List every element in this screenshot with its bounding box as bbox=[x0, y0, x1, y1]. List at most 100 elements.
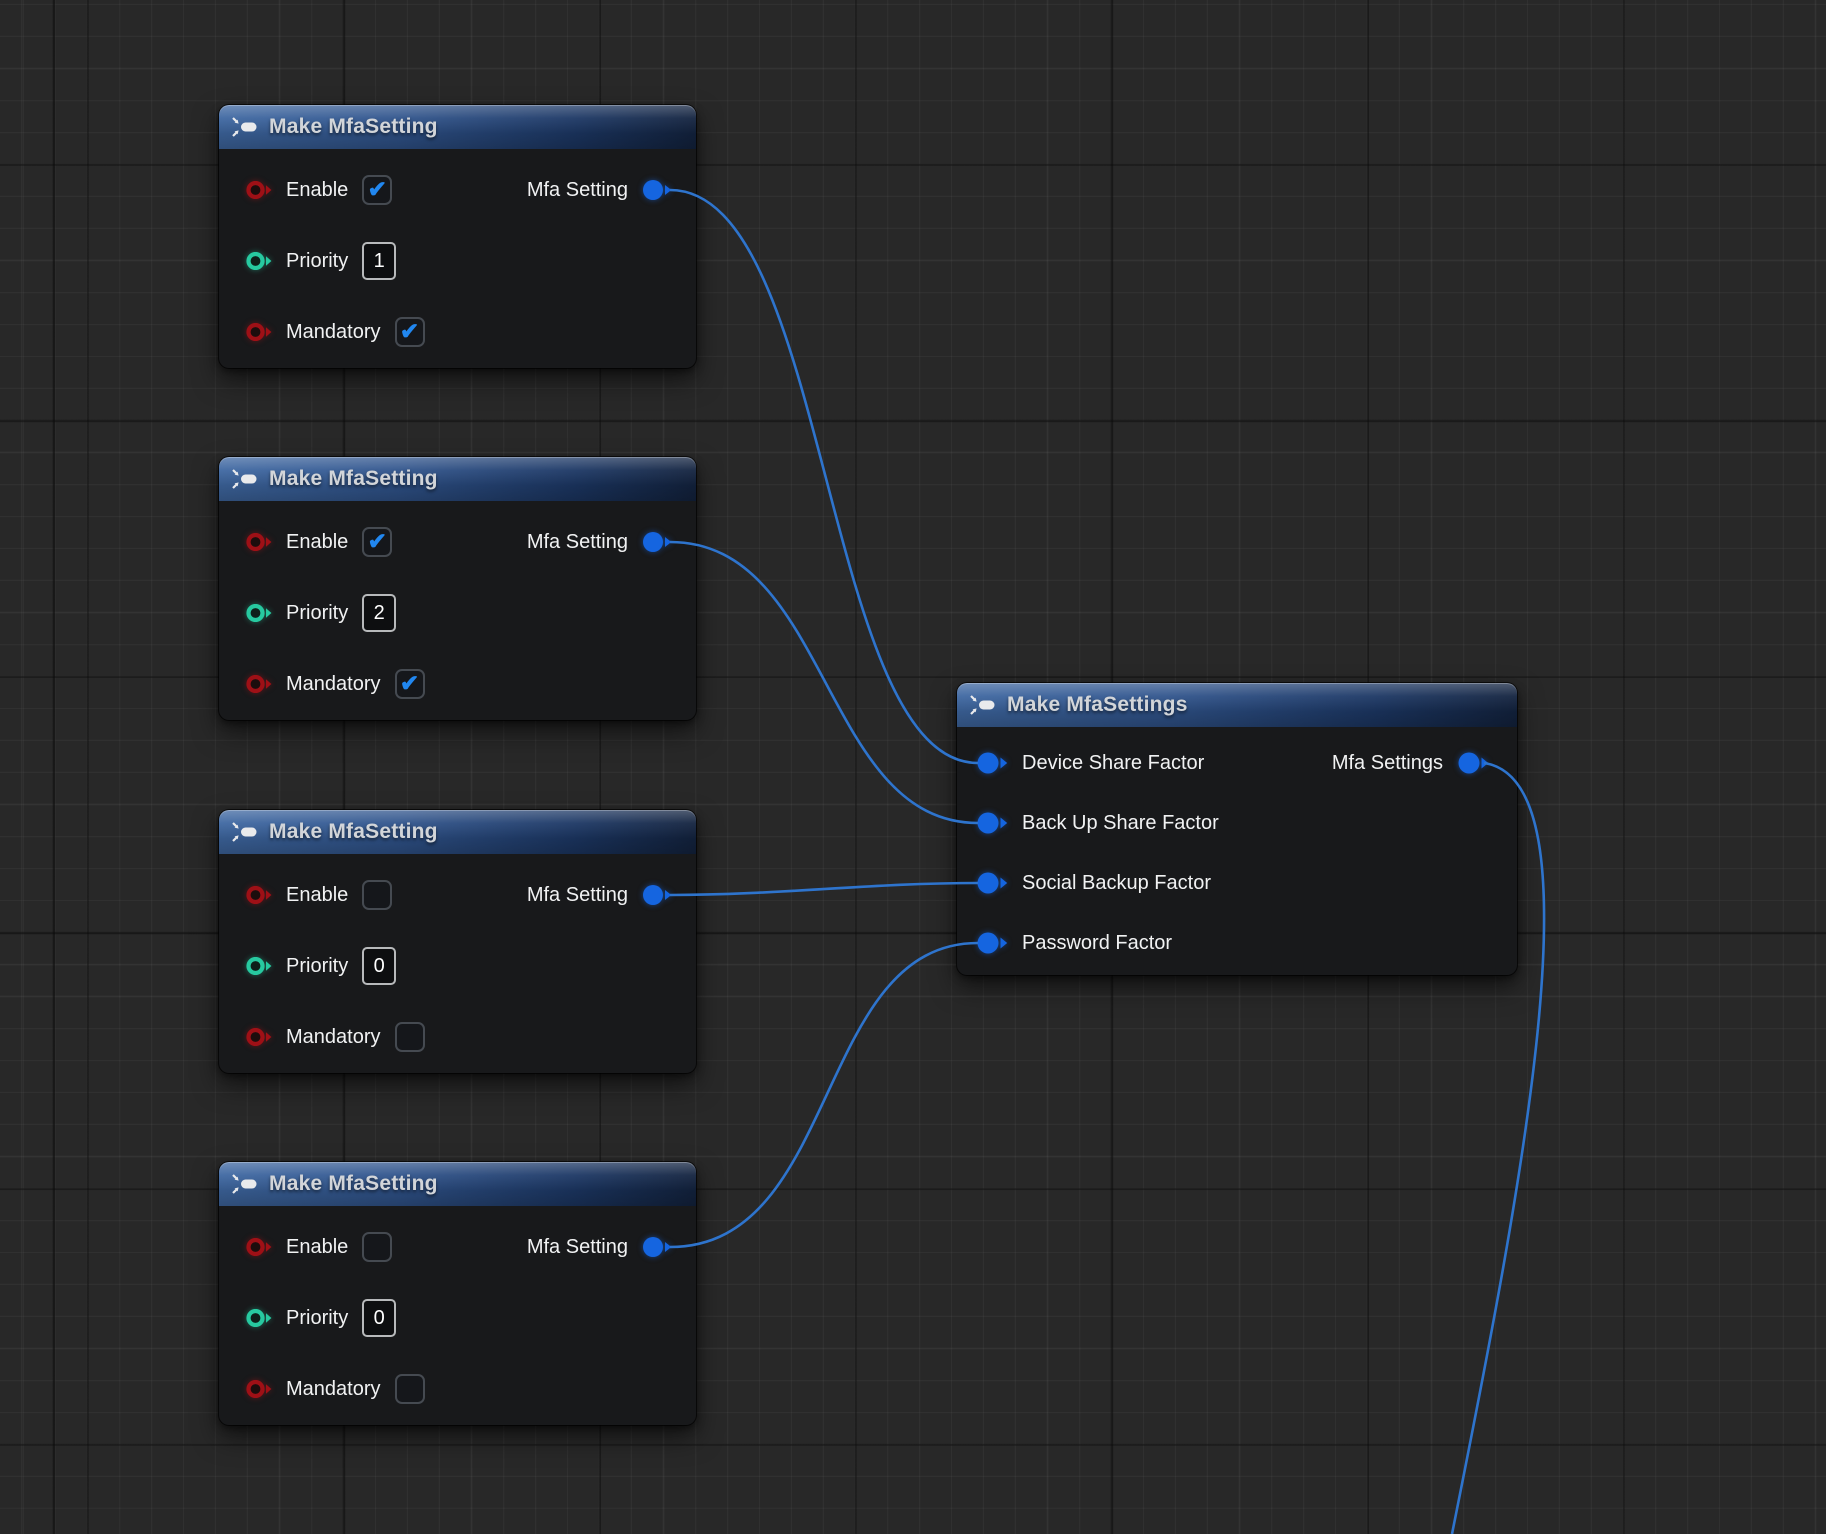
pin-label-social-backup-factor: Social Backup Factor bbox=[1022, 872, 1211, 895]
pin-label-enable: Enable bbox=[286, 1236, 348, 1259]
pin-label-enable: Enable bbox=[286, 179, 348, 202]
pin-row-social-backup-factor: Social Backup Factor bbox=[976, 865, 1211, 901]
priority-input[interactable]: 0 bbox=[362, 1299, 396, 1337]
wire-mfasetting2-to-backup-share[interactable] bbox=[670, 542, 978, 823]
node-make-mfasetting-3[interactable]: Make MfaSetting Enable Priority 0 Mandat… bbox=[219, 810, 696, 1073]
node-make-mfasetting-2[interactable]: Make MfaSetting Enable ✔ Priority 2 Mand… bbox=[219, 457, 696, 720]
pin-row-mandatory: Mandatory ✔ bbox=[245, 666, 425, 702]
bool-pin-icon[interactable] bbox=[245, 1028, 272, 1046]
pin-row-enable: Enable ✔ bbox=[245, 172, 392, 208]
node-header[interactable]: Make MfaSetting bbox=[219, 810, 696, 854]
pin-label-backup-share-factor: Back Up Share Factor bbox=[1022, 812, 1219, 835]
pin-row-device-share-factor: Device Share Factor bbox=[976, 745, 1204, 781]
pin-row-mandatory: Mandatory bbox=[245, 1019, 425, 1055]
pin-row-mfa-setting-out: Mfa Setting bbox=[527, 172, 672, 208]
pin-label-mfa-setting: Mfa Setting bbox=[527, 884, 628, 907]
pin-label-device-share-factor: Device Share Factor bbox=[1022, 752, 1204, 775]
pin-row-mfa-settings-out: Mfa Settings bbox=[1332, 745, 1489, 781]
make-struct-icon bbox=[232, 1174, 258, 1194]
node-header[interactable]: Make MfaSetting bbox=[219, 457, 696, 501]
bool-pin-icon[interactable] bbox=[245, 181, 272, 199]
pin-row-enable: Enable ✔ bbox=[245, 524, 392, 560]
struct-pin-icon[interactable] bbox=[976, 932, 1008, 954]
pin-row-mandatory: Mandatory ✔ bbox=[245, 314, 425, 350]
pin-row-mfa-setting-out: Mfa Setting bbox=[527, 877, 672, 913]
pin-label-mandatory: Mandatory bbox=[286, 673, 381, 696]
node-header[interactable]: Make MfaSettings bbox=[957, 683, 1517, 727]
pin-label-mfa-setting: Mfa Setting bbox=[527, 179, 628, 202]
pin-label-mfa-setting: Mfa Setting bbox=[527, 1236, 628, 1259]
make-struct-icon bbox=[970, 695, 996, 715]
struct-pin-icon[interactable] bbox=[642, 885, 672, 905]
pin-label-mfa-settings: Mfa Settings bbox=[1332, 752, 1443, 775]
pin-row-mandatory: Mandatory bbox=[245, 1371, 425, 1407]
make-struct-icon bbox=[232, 117, 258, 137]
enable-checkbox[interactable]: ✔ bbox=[362, 175, 392, 205]
pin-label-enable: Enable bbox=[286, 884, 348, 907]
pin-row-priority: Priority 0 bbox=[245, 948, 396, 984]
mandatory-checkbox[interactable] bbox=[395, 1374, 425, 1404]
node-make-mfasetting-4[interactable]: Make MfaSetting Enable Priority 0 Mandat… bbox=[219, 1162, 696, 1425]
bool-pin-icon[interactable] bbox=[245, 323, 272, 341]
struct-pin-icon[interactable] bbox=[976, 812, 1008, 834]
node-title: Make MfaSetting bbox=[269, 467, 438, 491]
enable-checkbox[interactable]: ✔ bbox=[362, 527, 392, 557]
node-header[interactable]: Make MfaSetting bbox=[219, 105, 696, 149]
pin-label-priority: Priority bbox=[286, 1307, 348, 1330]
pin-row-enable: Enable bbox=[245, 1229, 392, 1265]
pin-label-priority: Priority bbox=[286, 602, 348, 625]
pin-label-mandatory: Mandatory bbox=[286, 1026, 381, 1049]
priority-input[interactable]: 1 bbox=[362, 242, 396, 280]
pin-row-backup-share-factor: Back Up Share Factor bbox=[976, 805, 1219, 841]
node-title: Make MfaSetting bbox=[269, 1172, 438, 1196]
bool-pin-icon[interactable] bbox=[245, 533, 272, 551]
int-pin-icon[interactable] bbox=[245, 604, 272, 622]
bool-pin-icon[interactable] bbox=[245, 1380, 272, 1398]
node-title: Make MfaSetting bbox=[269, 115, 438, 139]
check-icon: ✔ bbox=[400, 320, 419, 343]
bool-pin-icon[interactable] bbox=[245, 675, 272, 693]
enable-checkbox[interactable] bbox=[362, 1232, 392, 1262]
pin-label-mandatory: Mandatory bbox=[286, 1378, 381, 1401]
node-make-mfasetting-1[interactable]: Make MfaSetting Enable ✔ Priority 1 Mand… bbox=[219, 105, 696, 368]
mandatory-checkbox[interactable] bbox=[395, 1022, 425, 1052]
node-header[interactable]: Make MfaSetting bbox=[219, 1162, 696, 1206]
pin-label-priority: Priority bbox=[286, 955, 348, 978]
check-icon: ✔ bbox=[400, 672, 419, 695]
pin-label-password-factor: Password Factor bbox=[1022, 932, 1172, 955]
priority-input[interactable]: 0 bbox=[362, 947, 396, 985]
make-struct-icon bbox=[232, 469, 258, 489]
check-icon: ✔ bbox=[368, 530, 387, 553]
bool-pin-icon[interactable] bbox=[245, 886, 272, 904]
int-pin-icon[interactable] bbox=[245, 957, 272, 975]
pin-row-enable: Enable bbox=[245, 877, 392, 913]
pin-row-priority: Priority 1 bbox=[245, 243, 396, 279]
struct-pin-icon[interactable] bbox=[976, 872, 1008, 894]
blueprint-graph-canvas[interactable]: Make MfaSetting Enable ✔ Priority 1 Mand… bbox=[0, 0, 1826, 1534]
wire-mfasetting4-to-password[interactable] bbox=[670, 943, 978, 1247]
pin-label-enable: Enable bbox=[286, 531, 348, 554]
priority-input[interactable]: 2 bbox=[362, 594, 396, 632]
bool-pin-icon[interactable] bbox=[245, 1238, 272, 1256]
struct-pin-icon[interactable] bbox=[642, 1237, 672, 1257]
node-make-mfasettings[interactable]: Make MfaSettings Device Share Factor Bac… bbox=[957, 683, 1517, 975]
pin-row-mfa-setting-out: Mfa Setting bbox=[527, 1229, 672, 1265]
struct-pin-icon[interactable] bbox=[642, 532, 672, 552]
mandatory-checkbox[interactable]: ✔ bbox=[395, 317, 425, 347]
make-struct-icon bbox=[232, 822, 258, 842]
pin-label-mandatory: Mandatory bbox=[286, 321, 381, 344]
node-title: Make MfaSettings bbox=[1007, 693, 1188, 717]
pin-label-mfa-setting: Mfa Setting bbox=[527, 531, 628, 554]
mandatory-checkbox[interactable]: ✔ bbox=[395, 669, 425, 699]
struct-pin-icon[interactable] bbox=[976, 752, 1008, 774]
pin-row-priority: Priority 0 bbox=[245, 1300, 396, 1336]
pin-row-priority: Priority 2 bbox=[245, 595, 396, 631]
int-pin-icon[interactable] bbox=[245, 1309, 272, 1327]
int-pin-icon[interactable] bbox=[245, 252, 272, 270]
pin-row-password-factor: Password Factor bbox=[976, 925, 1172, 961]
pin-label-priority: Priority bbox=[286, 250, 348, 273]
check-icon: ✔ bbox=[368, 178, 387, 201]
struct-pin-icon[interactable] bbox=[642, 180, 672, 200]
wire-mfasetting3-to-social-backup[interactable] bbox=[670, 883, 978, 895]
enable-checkbox[interactable] bbox=[362, 880, 392, 910]
